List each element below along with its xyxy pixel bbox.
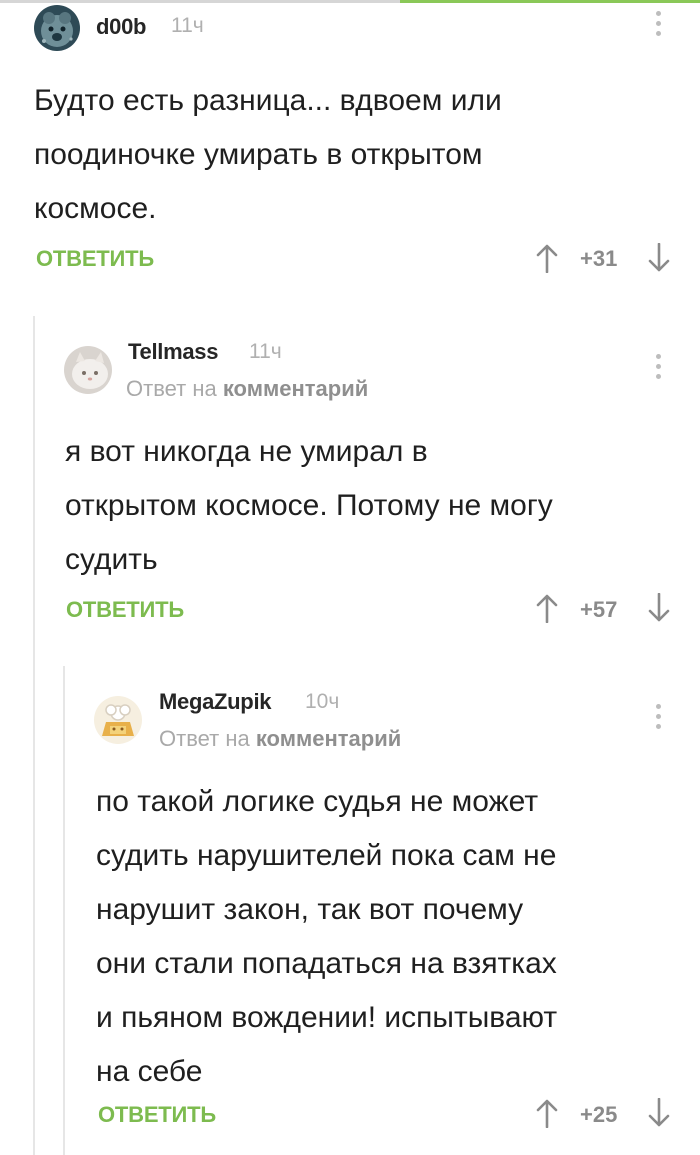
reply-to-label: Ответ на комментарий	[159, 726, 401, 752]
arrow-up-icon[interactable]	[536, 1098, 558, 1133]
comment-author[interactable]: MegaZupik	[159, 689, 272, 715]
more-vertical-icon[interactable]	[656, 704, 662, 734]
reply-to-prefix: Ответ на	[159, 726, 256, 751]
rating-value: +25	[580, 1102, 618, 1127]
comment-time: 10ч	[305, 690, 340, 713]
reply-button[interactable]: ОТВЕТИТЬ	[98, 1102, 216, 1128]
avatar[interactable]	[94, 696, 142, 744]
reply-to-link[interactable]: комментарий	[256, 726, 401, 751]
comment-text: по такой логике судья не может судить на…	[96, 785, 558, 1088]
arrow-down-icon[interactable]	[648, 1097, 670, 1133]
comment-megazupik: MegaZupik 10ч Ответ на комментарий по та…	[0, 0, 700, 1155]
